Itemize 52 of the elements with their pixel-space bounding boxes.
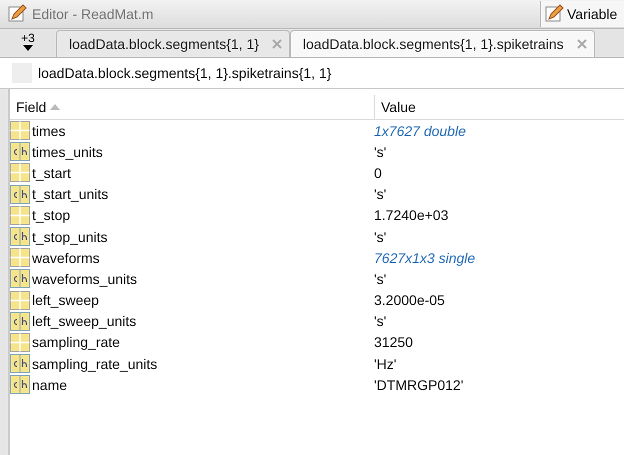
field-value: 3.2000e-05	[374, 292, 445, 308]
field-name: t_stop	[32, 207, 70, 224]
char-icon	[10, 312, 30, 331]
field-value: 's'	[374, 144, 386, 160]
char-icon	[10, 142, 30, 162]
field-name: left_sweep	[32, 292, 99, 308]
field-value: 31250	[374, 334, 413, 350]
column-header[interactable]: Field	[10, 95, 375, 119]
column-header[interactable]: Value	[375, 95, 416, 119]
field-name: waveforms_units	[32, 270, 138, 287]
field-name: left_sweep_units	[32, 313, 136, 330]
field-name: sampling_rate_units	[32, 356, 158, 372]
field-value: 0	[374, 164, 382, 181]
caret-icon	[23, 45, 33, 51]
field-value: 1.7240e+03	[374, 207, 448, 224]
field-name: t_start_units	[32, 186, 108, 202]
field-value: 's'	[374, 270, 386, 287]
matrix-icon	[10, 206, 30, 225]
editor-title: Editor - ReadMat.m	[32, 6, 154, 22]
close-icon[interactable]	[576, 38, 588, 50]
field-name: waveforms	[32, 250, 100, 266]
field-value: 'Hz'	[374, 356, 396, 372]
overflow-tabs-button[interactable]: +3	[10, 31, 46, 57]
field-name: sampling_rate	[32, 334, 120, 350]
field-value: 'DTMRGP012'	[374, 376, 464, 393]
close-icon[interactable]	[270, 38, 283, 50]
char-icon	[10, 269, 30, 288]
pencil-icon	[8, 4, 28, 24]
variable-path: loadData.block.segments{1, 1}.spiketrains{1, 1}	[38, 65, 332, 81]
field-name: t_start	[32, 164, 71, 181]
char-icon	[10, 227, 30, 246]
variables-tab[interactable]: Variable	[540, 1, 624, 27]
field-name: name	[32, 376, 68, 393]
matrix-icon	[10, 248, 30, 268]
field-value: 's'	[374, 186, 386, 202]
matrix-icon	[10, 290, 30, 310]
field-name: times	[32, 122, 66, 139]
char-icon	[10, 375, 30, 394]
field-name: times_units	[32, 144, 103, 160]
char-icon	[10, 184, 30, 204]
matrix-icon	[10, 332, 30, 352]
field-value: 7627x1x3 single	[374, 250, 476, 266]
matrix-icon	[10, 121, 30, 140]
char-icon	[10, 354, 30, 374]
matrix-icon	[10, 163, 30, 182]
field-name: t_stop_units	[32, 228, 108, 245]
document-tab[interactable]: loadData.block.segments{1, 1}	[56, 30, 290, 57]
pencil-icon	[545, 4, 565, 24]
field-value: 's'	[374, 313, 386, 330]
field-value: 's'	[374, 228, 386, 245]
field-value: 1x7627 double	[374, 122, 466, 139]
document-tab[interactable]: loadData.block.segments{1, 1}.spiketrains	[290, 30, 595, 57]
